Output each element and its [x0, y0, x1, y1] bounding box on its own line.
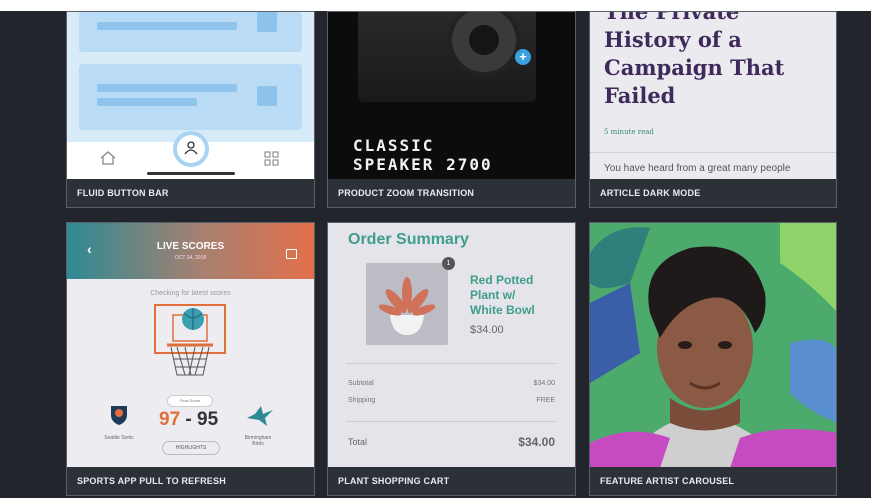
bird-mascot-icon: [247, 406, 273, 426]
away-score: 95: [197, 409, 219, 430]
card-caption: PLANT SHOPPING CART: [328, 467, 575, 495]
top-edge: [0, 0, 871, 11]
subtotal-value: $34.00: [533, 380, 555, 387]
card-preview: + CLASSIC SPEAKER 2700: [328, 12, 575, 180]
divider: [346, 363, 557, 364]
placeholder-square: [257, 86, 277, 106]
shipping-value: FREE: [536, 397, 555, 404]
score-date: OCT 24, 2018: [174, 255, 207, 261]
card-caption: ARTICLE DARK MODE: [590, 179, 836, 207]
potted-plant-icon: [378, 277, 436, 335]
product-title-line: CLASSIC: [353, 136, 435, 155]
product-title-line: SPEAKER 2700: [353, 155, 493, 174]
article-headline: The Private History of a Campaign That F…: [604, 12, 785, 108]
product-price: $34.00: [470, 324, 504, 336]
card-feature-artist-carousel[interactable]: FEATURE ARTIST CAROUSEL: [589, 222, 837, 496]
home-icon[interactable]: [99, 150, 117, 166]
home-indicator: [147, 172, 235, 175]
scoreboard: 97 - 95: [159, 409, 218, 431]
card-caption: FLUID BUTTON BAR: [67, 179, 314, 207]
total-label: Total: [348, 437, 368, 447]
card-plant-shopping-cart[interactable]: Order Summary 1 Red Potted Plant w/ Whit…: [327, 222, 576, 496]
card-caption: FEATURE ARTIST CAROUSEL: [590, 467, 836, 495]
shipping-label: Shipping: [348, 397, 376, 404]
card-fluid-button-bar[interactable]: FLUID BUTTON BAR: [66, 11, 315, 208]
refresh-status: Checking for latest scores: [150, 290, 231, 297]
card-sports-app[interactable]: ‹ LIVE SCORES OCT 24, 2018 Checking for …: [66, 222, 315, 496]
final-score-label: Final Score: [167, 395, 213, 407]
team-shield-icon: [111, 406, 127, 425]
grid-icon[interactable]: [263, 150, 281, 168]
artist-portrait: [590, 223, 836, 468]
card-product-zoom[interactable]: + CLASSIC SPEAKER 2700 PRODUCT ZOOM TRAN…: [327, 11, 576, 208]
basketball-hoop-illustration: [154, 304, 226, 376]
product-image: [366, 263, 448, 345]
card-preview: [590, 223, 836, 468]
card-article-dark-mode[interactable]: The Private History of a Campaign That F…: [589, 11, 837, 208]
subtotal-label: Subtotal: [348, 380, 374, 387]
product-name: Red Potted Plant w/ White Bowl: [470, 273, 535, 317]
order-summary-title: Order Summary: [348, 231, 469, 248]
live-scores-title: LIVE SCORES: [156, 241, 225, 252]
speaker-core: [469, 25, 499, 55]
card-preview: The Private History of a Campaign That F…: [590, 12, 836, 180]
card-preview: ‹ LIVE SCORES OCT 24, 2018 Checking for …: [67, 223, 314, 468]
home-score: 97: [159, 409, 181, 430]
score-dash: -: [185, 409, 192, 430]
home-team-name: Seattle Sonic: [104, 435, 134, 441]
card-preview: Order Summary 1 Red Potted Plant w/ Whit…: [328, 223, 575, 468]
quantity-badge: 1: [442, 257, 455, 270]
placeholder-line: [97, 84, 237, 92]
divider: [346, 421, 557, 422]
placeholder-square: [257, 12, 277, 32]
away-team-name: Birmingham Birds: [244, 435, 272, 447]
total-value: $34.00: [518, 435, 555, 449]
divider: [590, 152, 836, 153]
card-caption: PRODUCT ZOOM TRANSITION: [328, 179, 575, 207]
content-panel: [79, 64, 302, 130]
user-icon[interactable]: [182, 139, 200, 157]
product-title: CLASSIC SPEAKER 2700: [353, 136, 493, 174]
card-caption: SPORTS APP PULL TO REFRESH: [67, 467, 314, 495]
calendar-icon[interactable]: [286, 249, 297, 259]
read-time: 5 minute read: [604, 128, 654, 136]
content-panel: [79, 12, 302, 52]
plus-icon[interactable]: +: [515, 49, 531, 65]
placeholder-line: [97, 22, 237, 30]
article-lede: You have heard from a great many people: [604, 163, 791, 174]
placeholder-line: [97, 98, 197, 106]
highlights-button[interactable]: HIGHLIGHTS: [162, 441, 220, 455]
